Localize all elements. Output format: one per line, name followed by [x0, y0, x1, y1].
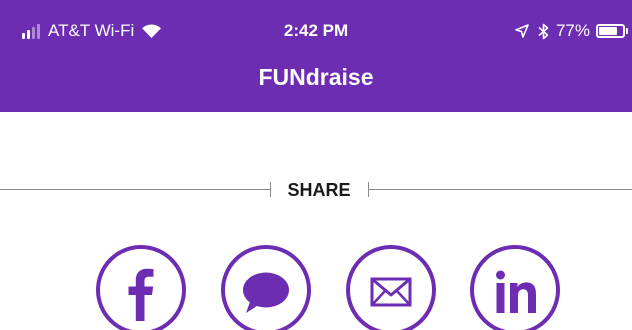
share-buttons — [0, 0, 632, 330]
share-messages-button[interactable] — [221, 245, 311, 330]
facebook-icon — [128, 268, 154, 321]
envelope-icon — [370, 277, 412, 307]
share-linkedin-button[interactable] — [470, 245, 560, 330]
message-bubble-icon — [243, 272, 289, 313]
linkedin-icon — [496, 270, 536, 313]
share-email-button[interactable] — [346, 245, 436, 330]
share-facebook-button[interactable] — [96, 245, 186, 330]
